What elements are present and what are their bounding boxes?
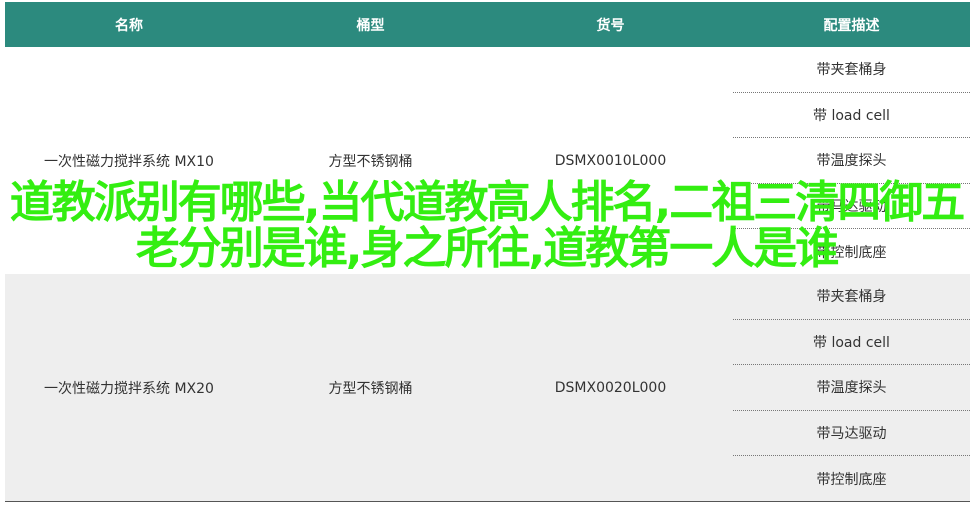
header-config: 配置描述 xyxy=(823,17,880,34)
config-item: 带马达驱动 xyxy=(733,409,970,456)
config-item: 带夹套桶身 xyxy=(816,289,887,306)
barrel-type-cell: 方型不锈钢桶 xyxy=(328,380,413,397)
config-item: 带控制底座 xyxy=(733,455,970,501)
config-list: 带夹套桶身 带 load cell 带温度探头 带马达驱动 带控制底座 xyxy=(733,274,970,501)
header-sku: 货号 xyxy=(596,17,625,34)
overlay-headline: 道教派别有哪些,当代道教高人排名,二祖三清四御五老分别是谁,身之所往,道教第一人… xyxy=(9,177,965,274)
config-item: 带温度探头 xyxy=(733,137,970,183)
config-item: 带夹套桶身 xyxy=(816,62,887,79)
table-header: 名称 桶型 货号 配置描述 xyxy=(5,2,970,47)
header-barrel-type: 桶型 xyxy=(356,17,385,34)
header-name: 名称 xyxy=(115,17,143,34)
product-name-cell: 一次性磁力搅拌系统 MX20 xyxy=(44,380,214,397)
table-row-group-mx20: 一次性磁力搅拌系统 MX20 方型不锈钢桶 DSMX0020L000 带夹套桶身… xyxy=(5,274,970,502)
config-item: 带 load cell xyxy=(733,318,970,365)
sku-cell: DSMX0020L000 xyxy=(554,379,667,396)
config-item: 带 load cell xyxy=(733,91,970,138)
config-item: 带温度探头 xyxy=(733,364,970,410)
